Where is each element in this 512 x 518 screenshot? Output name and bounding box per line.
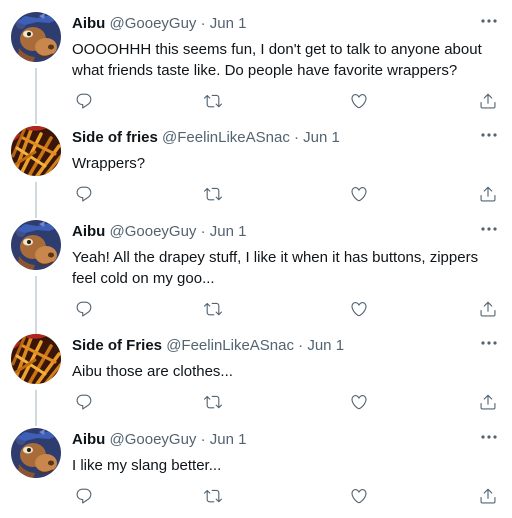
tweet-text-line: what friends taste like. Do people have … (72, 61, 458, 79)
reply-icon[interactable] (74, 91, 94, 111)
avatar-fries[interactable] (11, 334, 61, 384)
action-bar (72, 486, 500, 506)
separator: · (200, 15, 206, 32)
tweet-date[interactable]: Jun 1 (307, 337, 344, 354)
tweet-text-line: Aibu those are clothes... (72, 363, 233, 380)
avatar-moose[interactable] (11, 12, 61, 62)
like-icon[interactable] (349, 392, 369, 412)
tweet-text-line: Wrappers? (72, 155, 146, 172)
thread-line (35, 276, 37, 334)
avatar-moose[interactable] (11, 220, 61, 270)
display-name[interactable]: Side of fries (72, 129, 158, 146)
separator: · (298, 337, 304, 354)
tweet[interactable]: Aibu @GooeyGuy · Jun 1 Yeah! All the dra… (0, 220, 512, 334)
retweet-icon[interactable] (203, 184, 223, 204)
tweet-date[interactable]: Jun 1 (210, 431, 247, 448)
tweet-text-line: feel cold on my goo... (72, 269, 215, 287)
avatar-moose[interactable] (11, 428, 61, 478)
more-options-icon[interactable] (480, 128, 498, 142)
like-icon[interactable] (349, 91, 369, 111)
separator: · (200, 223, 206, 240)
action-bar (72, 392, 500, 412)
tweet-text: I like my slang better... (72, 456, 492, 477)
display-name[interactable]: Aibu (72, 223, 105, 240)
retweet-icon[interactable] (203, 486, 223, 506)
tweet[interactable]: Side of Fries @FeelinLikeASnac · Jun 1 A… (0, 334, 512, 428)
separator: · (294, 129, 299, 146)
share-icon[interactable] (478, 184, 498, 204)
more-options-icon[interactable] (480, 430, 498, 444)
share-icon[interactable] (478, 299, 498, 319)
tweet-date[interactable]: Jun 1 (210, 15, 247, 32)
tweet-text-line: OOOOHHH this seems fun, I don't get to t… (72, 41, 482, 58)
share-icon[interactable] (478, 91, 498, 111)
share-icon[interactable] (478, 486, 498, 506)
user-handle[interactable]: @FeelinLikeASnac (166, 337, 294, 354)
more-options-icon[interactable] (480, 14, 498, 28)
tweet-text: Aibu those are clothes... (72, 362, 492, 383)
like-icon[interactable] (349, 184, 369, 204)
retweet-icon[interactable] (203, 299, 223, 319)
action-bar (72, 91, 500, 111)
action-bar (72, 184, 500, 204)
display-name[interactable]: Aibu (72, 15, 105, 32)
share-icon[interactable] (478, 392, 498, 412)
reply-icon[interactable] (74, 486, 94, 506)
user-handle[interactable]: @FeelinLikeASnac (162, 129, 290, 146)
more-options-icon[interactable] (480, 222, 498, 236)
tweet-text: Wrappers? (72, 154, 492, 175)
action-bar (72, 299, 500, 319)
tweet-text: Yeah! All the drapey stuff, I like it wh… (72, 248, 492, 289)
reply-icon[interactable] (74, 184, 94, 204)
tweet[interactable]: Aibu @GooeyGuy · Jun 1 OOOOHHH this seem… (0, 12, 512, 124)
separator: · (200, 431, 206, 448)
thread-line (35, 68, 37, 124)
avatar-fries[interactable] (11, 126, 61, 176)
like-icon[interactable] (349, 299, 369, 319)
like-icon[interactable] (349, 486, 369, 506)
thread-line (35, 390, 37, 426)
reply-icon[interactable] (74, 299, 94, 319)
tweet-text: OOOOHHH this seems fun, I don't get to t… (72, 40, 492, 81)
tweet-text-line: I like my slang better... (72, 457, 222, 474)
display-name[interactable]: Side of Fries (72, 337, 162, 354)
tweet[interactable]: Side of fries @FeelinLikeASnac · Jun 1 W… (0, 126, 512, 220)
user-handle[interactable]: @GooeyGuy (110, 431, 197, 448)
user-handle[interactable]: @GooeyGuy (110, 223, 197, 240)
thread-line (35, 182, 37, 218)
reply-icon[interactable] (74, 392, 94, 412)
tweet-text-line: Yeah! All the drapey stuff, I like it wh… (72, 249, 479, 266)
display-name[interactable]: Aibu (72, 431, 105, 448)
user-handle[interactable]: @GooeyGuy (110, 15, 197, 32)
retweet-icon[interactable] (203, 392, 223, 412)
tweet[interactable]: Aibu @GooeyGuy · Jun 1 I like my slang b… (0, 428, 512, 518)
tweet-date[interactable]: Jun 1 (210, 223, 247, 240)
tweet-date[interactable]: Jun 1 (303, 129, 340, 146)
more-options-icon[interactable] (480, 336, 498, 350)
retweet-icon[interactable] (203, 91, 223, 111)
